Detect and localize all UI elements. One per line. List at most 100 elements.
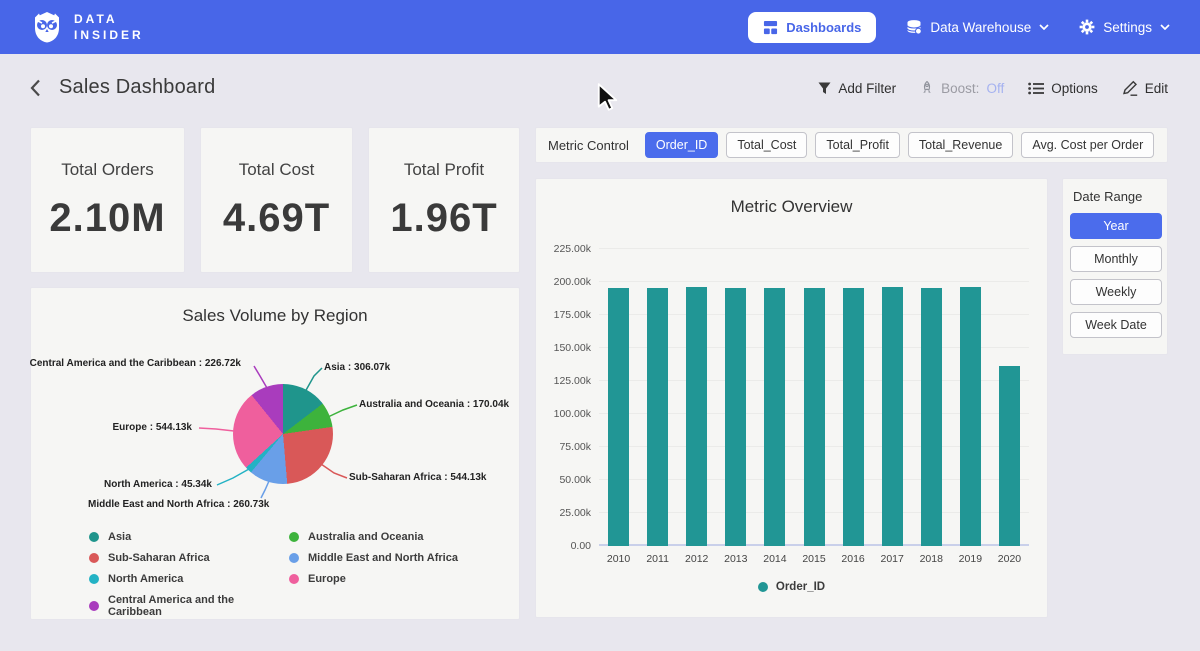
rocket-icon xyxy=(920,81,934,95)
metric-option-avg-cost-per-order[interactable]: Avg. Cost per Order xyxy=(1021,132,1154,158)
kpi-value: 4.69T xyxy=(223,196,330,241)
metric-control-strip: Metric Control Order_IDTotal_CostTotal_P… xyxy=(535,127,1168,163)
kpi-label: Total Cost xyxy=(239,160,315,180)
kpi-label: Total Profit xyxy=(404,160,484,180)
kpi-card-total-profit: Total Profit 1.96T xyxy=(368,127,520,273)
y-tick-label: 25.00k xyxy=(559,507,591,519)
boost-label: Boost: xyxy=(941,81,979,96)
chevron-down-icon xyxy=(1039,24,1049,30)
mouse-cursor xyxy=(597,83,619,113)
app-name: DATA INSIDER xyxy=(74,11,144,43)
pie-chart-card: Sales Volume by Region Asia : 306.07k Au… xyxy=(30,287,520,620)
legend-dot xyxy=(289,574,299,584)
x-tick-label: 2018 xyxy=(920,553,943,565)
app-logo[interactable]: DATA INSIDER xyxy=(30,10,144,44)
pencil-icon xyxy=(1122,80,1138,96)
page-title: Sales Dashboard xyxy=(59,76,215,99)
nav-settings-menu[interactable]: Settings xyxy=(1079,19,1170,35)
metric-option-total-profit[interactable]: Total_Profit xyxy=(815,132,900,158)
options-button[interactable]: Options xyxy=(1028,81,1098,96)
options-label: Options xyxy=(1051,81,1098,96)
back-button[interactable] xyxy=(30,79,41,97)
gridline xyxy=(599,281,1029,282)
date-range-option-weekly[interactable]: Weekly xyxy=(1070,279,1162,305)
legend-dot xyxy=(289,553,299,563)
bar-2016[interactable] xyxy=(843,288,864,546)
bar-2012[interactable] xyxy=(686,287,707,546)
nav-data-warehouse-label: Data Warehouse xyxy=(930,20,1031,35)
legend-item-australia-and-oceania: Australia and Oceania xyxy=(289,531,458,543)
pie-legend: Asia Australia and Oceania Sub-Saharan Afr… xyxy=(89,531,458,618)
x-tick-label: 2013 xyxy=(724,553,747,565)
date-range-option-monthly[interactable]: Monthly xyxy=(1070,246,1162,272)
legend-label: Australia and Oceania xyxy=(308,531,424,543)
owl-logo-icon xyxy=(30,10,64,44)
dashboards-icon xyxy=(763,20,778,35)
pie-label-middle-east-and-north-africa: Middle East and North Africa : 260.73k xyxy=(88,499,269,510)
x-tick-label: 2015 xyxy=(802,553,825,565)
legend-label: Asia xyxy=(108,531,131,543)
bar-2010[interactable] xyxy=(608,288,629,546)
nav-dashboards-button[interactable]: Dashboards xyxy=(748,12,876,43)
bar-2015[interactable] xyxy=(804,288,825,546)
bar-legend: Order_ID xyxy=(536,581,1047,593)
add-filter-label: Add Filter xyxy=(838,81,896,96)
gear-icon xyxy=(1079,19,1095,35)
x-tick-label: 2012 xyxy=(685,553,708,565)
pie-label-central-america: Central America and the Caribbean : 226.… xyxy=(30,358,241,369)
nav-data-warehouse-menu[interactable]: Data Warehouse xyxy=(906,19,1049,35)
add-filter-button[interactable]: Add Filter xyxy=(818,81,896,96)
bar-plot: 0.0025.00k50.00k75.00k100.00k125.00k150.… xyxy=(599,249,1029,546)
legend-dot xyxy=(289,532,299,542)
pie-label-europe: Europe : 544.13k xyxy=(113,422,192,433)
nav-settings-label: Settings xyxy=(1103,20,1152,35)
date-range-option-week-date[interactable]: Week Date xyxy=(1070,312,1162,338)
date-range-label: Date Range xyxy=(1073,189,1160,204)
bar-2020[interactable] xyxy=(999,366,1020,546)
metric-option-total-cost[interactable]: Total_Cost xyxy=(726,132,807,158)
bar-2014[interactable] xyxy=(764,288,785,546)
y-tick-label: 125.00k xyxy=(554,375,591,387)
date-range-options: Year Monthly Weekly Week Date xyxy=(1070,213,1160,338)
bar-2018[interactable] xyxy=(921,288,942,546)
kpi-card-total-orders: Total Orders 2.10M xyxy=(30,127,185,273)
boost-toggle[interactable]: Boost: Off xyxy=(920,81,1004,96)
bar-2013[interactable] xyxy=(725,288,746,546)
pie-label-asia: Asia : 306.07k xyxy=(324,362,390,373)
nav-dashboards-label: Dashboards xyxy=(786,20,861,35)
x-tick-label: 2011 xyxy=(646,553,669,565)
edit-button[interactable]: Edit xyxy=(1122,80,1168,96)
x-tick-label: 2020 xyxy=(998,553,1021,565)
legend-label: Sub-Saharan Africa xyxy=(108,552,210,564)
legend-item-asia: Asia xyxy=(89,531,289,543)
y-tick-label: 100.00k xyxy=(554,408,591,420)
legend-dot xyxy=(89,574,99,584)
y-tick-label: 225.00k xyxy=(554,243,591,255)
bar-legend-label: Order_ID xyxy=(776,581,825,593)
y-tick-label: 150.00k xyxy=(554,342,591,354)
header-actions: Add Filter Boost: Off Options Edit xyxy=(818,80,1168,96)
kpi-card-total-cost: Total Cost 4.69T xyxy=(200,127,353,273)
kpi-label: Total Orders xyxy=(61,160,154,180)
bar-chart-title: Metric Overview xyxy=(536,197,1047,217)
legend-item-central-america-and-the-caribbean: Central America and the Caribbean xyxy=(89,594,289,618)
chevron-down-icon xyxy=(1160,24,1170,30)
y-tick-label: 50.00k xyxy=(559,474,591,486)
navbar-menu: Dashboards Data Warehouse xyxy=(748,12,1170,43)
bar-2011[interactable] xyxy=(647,288,668,546)
metric-option-total-revenue[interactable]: Total_Revenue xyxy=(908,132,1013,158)
legend-dot xyxy=(89,553,99,563)
y-tick-label: 175.00k xyxy=(554,309,591,321)
bar-2017[interactable] xyxy=(882,287,903,546)
metric-option-order-id[interactable]: Order_ID xyxy=(645,132,718,158)
metric-control-options: Order_ID Total_Cost Total_Profit Total_Reve… xyxy=(645,132,1154,158)
bar-2019[interactable] xyxy=(960,287,981,546)
database-icon xyxy=(906,19,922,35)
legend-item-north-america: North America xyxy=(89,573,289,585)
x-tick-label: 2014 xyxy=(763,553,786,565)
x-tick-label: 2019 xyxy=(959,553,982,565)
date-range-option-year[interactable]: Year xyxy=(1070,213,1162,239)
pie[interactable] xyxy=(233,384,333,484)
x-tick-label: 2017 xyxy=(880,553,903,565)
legend-dot xyxy=(89,532,99,542)
